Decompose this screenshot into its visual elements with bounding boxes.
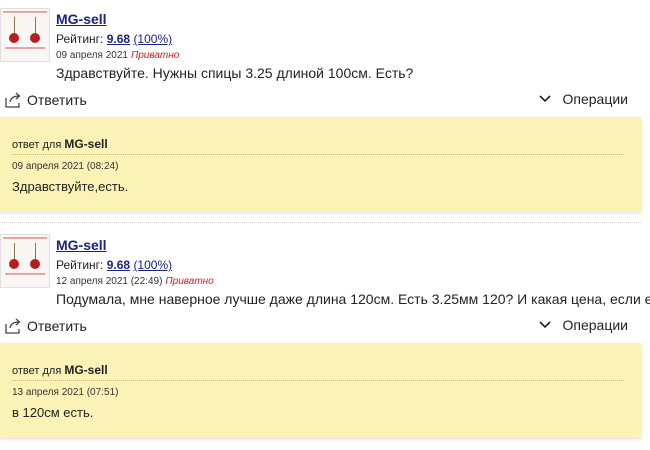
rating-percent-link[interactable]: (100%) <box>133 32 172 46</box>
chevron-down-icon <box>538 321 551 329</box>
operations-button[interactable]: Операции <box>538 91 629 107</box>
private-badge: Приватно <box>130 50 180 61</box>
rating-score-link[interactable]: 9.68 <box>107 258 130 272</box>
rating-label: Рейтинг: <box>56 32 104 46</box>
reply-label: Ответить <box>27 92 87 108</box>
share-arrow-icon <box>5 318 21 334</box>
reply-button[interactable]: Ответить <box>4 91 87 109</box>
answer-date: 09 апреля 2021 (08:24) <box>12 161 119 172</box>
cherry-icon <box>9 259 19 269</box>
answer-box: ответ для MG-sell 09 апреля 2021 (08:24)… <box>0 117 641 212</box>
rating: Рейтинг: 9.68 (100%) <box>56 258 172 272</box>
private-badge: Приватно <box>165 276 214 287</box>
rating-score-link[interactable]: 9.68 <box>107 32 130 46</box>
avatar-decoration <box>5 273 45 275</box>
username-link[interactable]: MG-sell <box>56 11 107 27</box>
answer-text: Здравствуйте,есть. <box>12 179 129 194</box>
reply-button[interactable]: Ответить <box>4 317 87 335</box>
cherry-icon <box>30 259 40 269</box>
answer-for: ответ для MG-sell <box>12 363 108 377</box>
answer-for: ответ для MG-sell <box>12 137 108 151</box>
answer-for-label: ответ для <box>12 139 62 151</box>
comment-meta: 12 апреля 2021 (22:49) Приватно <box>56 276 214 287</box>
comment-meta: 09 апреля 2021 Приватно <box>56 50 179 61</box>
answer-divider <box>12 380 624 381</box>
avatar-decoration <box>5 47 45 49</box>
rating: Рейтинг: 9.68 (100%) <box>56 32 172 46</box>
avatar[interactable] <box>0 234 50 288</box>
reply-label: Ответить <box>27 318 87 334</box>
avatar-decoration <box>3 11 47 13</box>
rating-percent-link[interactable]: (100%) <box>133 258 172 272</box>
answer-box: ответ для MG-sell 13 апреля 2021 (07:51)… <box>0 343 641 438</box>
answer-for-label: ответ для <box>12 365 62 377</box>
answer-divider <box>12 154 624 155</box>
comment-text: Подумала, мне наверное лучше даже длина … <box>56 291 650 307</box>
comment-date: 09 апреля 2021 <box>56 50 128 61</box>
answer-date: 13 апреля 2021 (07:51) <box>12 387 119 398</box>
avatar-decoration <box>3 237 47 239</box>
comment-divider <box>0 222 641 223</box>
answer-text: в 120см есть. <box>12 405 94 420</box>
operations-label: Операции <box>562 91 629 107</box>
username-link[interactable]: MG-sell <box>56 237 107 253</box>
cherry-icon <box>9 33 19 43</box>
cherry-icon <box>30 33 40 43</box>
share-arrow-icon <box>5 92 21 108</box>
answer-for-user: MG-sell <box>64 137 108 151</box>
chevron-down-icon <box>538 95 551 103</box>
comment-date: 12 апреля 2021 (22:49) <box>56 276 163 287</box>
answer-for-user: MG-sell <box>64 363 108 377</box>
operations-label: Операции <box>562 317 629 333</box>
avatar[interactable] <box>0 8 50 62</box>
comment-text: Здравствуйте. Нужны спицы 3.25 длиной 10… <box>56 65 414 81</box>
rating-label: Рейтинг: <box>56 258 104 272</box>
operations-button[interactable]: Операции <box>538 317 629 333</box>
